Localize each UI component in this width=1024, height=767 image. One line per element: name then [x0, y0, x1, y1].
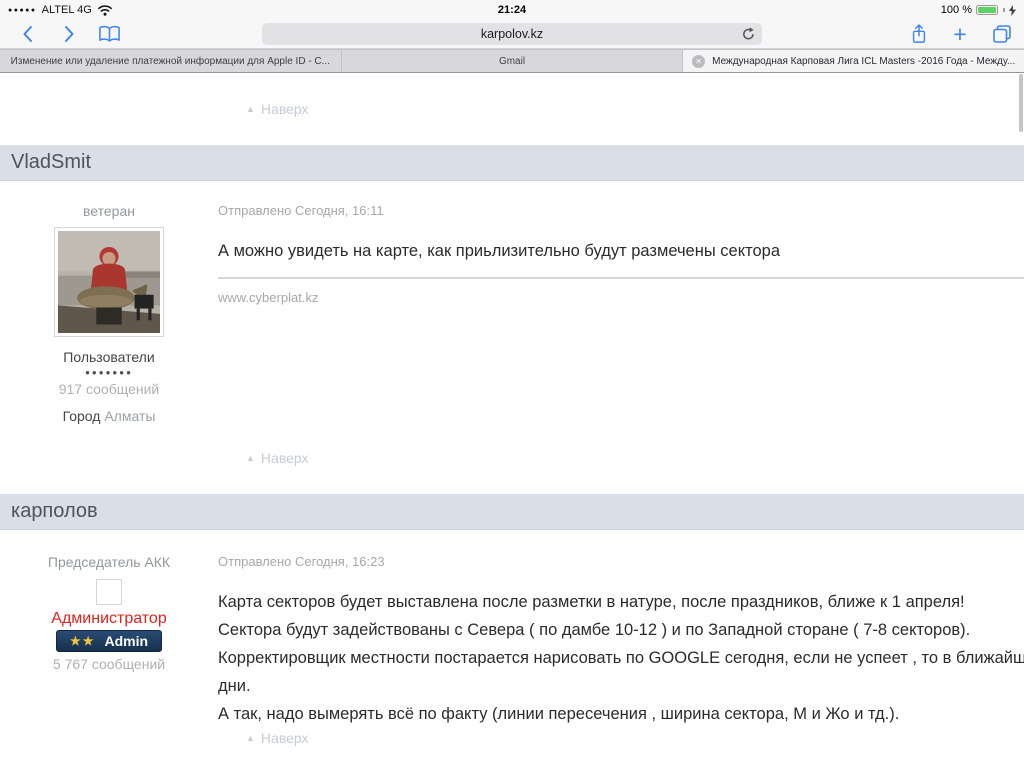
plus-icon: + [953, 24, 966, 44]
scrollbar[interactable] [1019, 74, 1023, 132]
forum-page: ▲ Наверх VladSmit ветеран [0, 73, 1024, 766]
forward-button[interactable] [56, 23, 82, 45]
avatar-photo [58, 231, 160, 333]
message-line: Корректировщик местности постарается нар… [218, 644, 1024, 672]
wifi-icon [97, 5, 113, 16]
tab-label: Международная Карповая Лига ICL Masters … [712, 56, 1015, 67]
admin-badge: ★★ Admin [56, 630, 162, 652]
city-line: Город Алматы [0, 408, 218, 424]
signature-link[interactable]: www.cyberplat.kz [218, 290, 1024, 305]
status-bar: ●●●●● ALTEL 4G 21:24 100 % [0, 0, 1024, 20]
tab-bar: Изменение или удаление платежной информа… [0, 49, 1024, 73]
tab-label: Изменение или удаление платежной информа… [11, 56, 330, 67]
battery-percent: 100 % [941, 4, 972, 16]
tab-label: Gmail [499, 56, 525, 67]
back-to-top-link[interactable]: ▲ Наверх [246, 730, 309, 746]
author-name[interactable]: карполов [11, 500, 98, 523]
back-to-top-label: Наверх [261, 450, 309, 466]
member-title: Председатель АКК [0, 554, 218, 570]
member-group: Пользователи [0, 349, 218, 365]
post-timestamp: Отправлено Сегодня, 16:11 [218, 203, 1024, 218]
charging-bolt-icon [1009, 5, 1016, 16]
message-line: А можно увидеть на карте, как приьлизите… [218, 237, 1024, 265]
status-left: ●●●●● ALTEL 4G [8, 4, 113, 16]
carrier-label: ALTEL 4G [42, 4, 92, 16]
post-message: А можно увидеть на карте, как приьлизите… [218, 237, 1024, 265]
battery-tip [1003, 8, 1005, 12]
post-author-header: VladSmit [0, 145, 1024, 181]
post-message: Карта секторов будет выставлена после ра… [218, 588, 1024, 728]
post-timestamp: Отправлено Сегодня, 16:23 [218, 554, 1024, 569]
post: ветеран [0, 181, 1024, 424]
admin-role-label: Администратор [0, 610, 218, 628]
tabs-overview-icon[interactable] [989, 23, 1015, 45]
ipad-safari-window: ●●●●● ALTEL 4G 21:24 100 % [0, 0, 1024, 767]
clock: 21:24 [0, 4, 1024, 16]
back-to-top-label: Наверх [261, 730, 309, 746]
tab-forum-active[interactable]: ✕ Международная Карповая Лига ICL Master… [683, 50, 1024, 72]
address-bar[interactable]: karpolov.kz [262, 23, 762, 45]
url-text: karpolov.kz [481, 27, 543, 41]
post-content-column: Отправлено Сегодня, 16:23 Карта секторов… [218, 530, 1024, 728]
message-line: Карта секторов будет выставлена после ра… [218, 588, 1024, 616]
avatar-placeholder[interactable] [96, 579, 122, 605]
share-icon[interactable] [906, 23, 932, 45]
member-title: ветеран [0, 203, 218, 219]
post-count: 5 767 сообщений [0, 656, 218, 672]
close-tab-icon[interactable]: ✕ [692, 55, 705, 68]
avatar[interactable] [54, 227, 164, 337]
author-name[interactable]: VladSmit [11, 151, 91, 174]
message-line: А так, надо вымерять всё по факту (линии… [218, 700, 1024, 728]
message-line: Сектора будут задействованы с Севера ( п… [218, 616, 1024, 644]
new-tab-button[interactable]: + [947, 23, 973, 45]
status-right: 100 % [941, 4, 1016, 16]
signature-divider [218, 277, 1024, 279]
up-arrow-icon: ▲ [246, 733, 255, 743]
back-to-top-link[interactable]: ▲ Наверх [246, 101, 309, 117]
author-column: Председатель АКК Администратор ★★ Admin … [0, 530, 218, 728]
tab-gmail[interactable]: Gmail [342, 50, 684, 72]
tab-apple-id[interactable]: Изменение или удаление платежной информа… [0, 50, 342, 72]
back-to-top-link[interactable]: ▲ Наверх [246, 450, 309, 466]
city-label: Город [63, 408, 101, 424]
back-to-top-label: Наверх [261, 101, 309, 117]
city-value: Алматы [104, 408, 155, 424]
post: Председатель АКК Администратор ★★ Admin … [0, 530, 1024, 728]
cell-signal-icon: ●●●●● [8, 7, 37, 14]
back-button[interactable] [14, 23, 40, 45]
post-count: 917 сообщений [0, 381, 218, 397]
badge-stars-icon: ★★ [70, 634, 96, 648]
bookmarks-icon[interactable] [96, 23, 122, 45]
browser-toolbar: karpolov.kz + [0, 20, 1024, 49]
badge-label: Admin [104, 633, 148, 649]
up-arrow-icon: ▲ [246, 104, 255, 114]
battery-icon [976, 5, 998, 15]
reload-icon[interactable] [742, 27, 755, 41]
author-column: ветеран [0, 181, 218, 424]
message-line: дни. [218, 672, 1024, 700]
post-author-header: карполов [0, 494, 1024, 530]
reputation-pips: ●●●●●●● [0, 368, 218, 377]
post-content-column: Отправлено Сегодня, 16:11 А можно увидет… [218, 181, 1024, 424]
up-arrow-icon: ▲ [246, 453, 255, 463]
